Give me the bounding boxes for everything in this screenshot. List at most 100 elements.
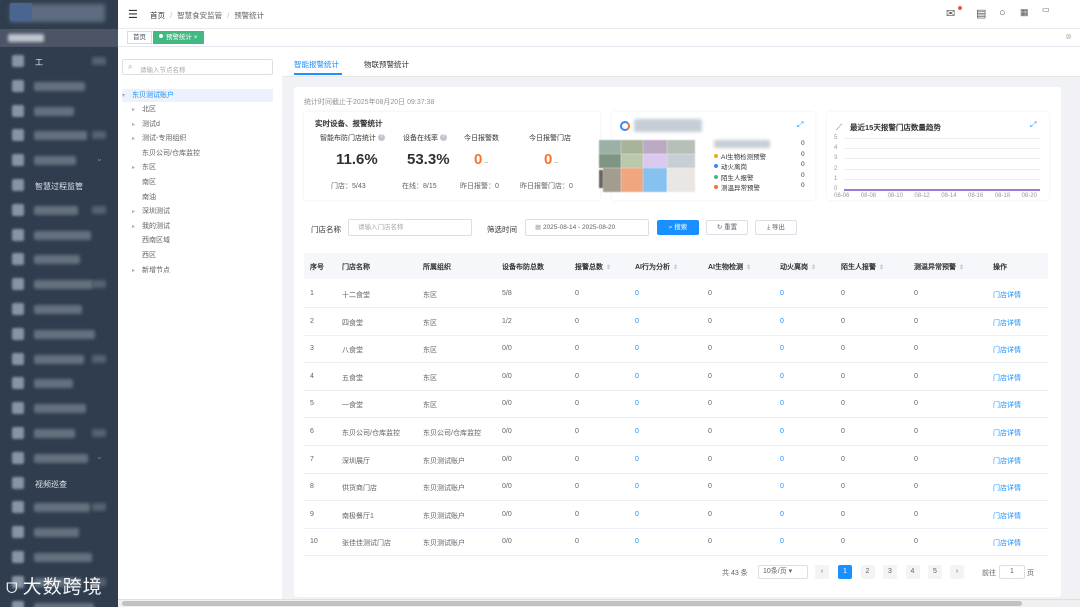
horizontal-scrollbar[interactable] <box>118 599 1080 607</box>
tree-node[interactable]: 西区 <box>122 249 273 262</box>
tree-expand-icon[interactable]: ▸ <box>132 104 142 117</box>
sidebar-item[interactable] <box>0 545 118 569</box>
table-cell[interactable]: 0 <box>780 400 784 407</box>
breadcrumb-section[interactable]: 智慧食安监管 <box>177 11 222 20</box>
scrollbar-thumb[interactable] <box>122 601 1022 606</box>
menu-toggle-icon[interactable]: ☰ <box>128 8 138 21</box>
close-all-tags-icon[interactable]: ⊗ <box>1065 32 1072 41</box>
sidebar-item[interactable] <box>0 297 118 321</box>
date-range-picker[interactable]: ▦ 2025-08-14 - 2025-08-20 <box>525 219 649 236</box>
table-cell[interactable]: 0 <box>635 290 639 297</box>
page-button[interactable]: 5 <box>928 565 942 579</box>
page-button[interactable]: 4 <box>905 565 920 579</box>
sort-icon[interactable]: ⇕ <box>811 265 816 271</box>
tree-expand-icon[interactable]: ▸ <box>132 206 142 219</box>
sidebar-item[interactable]: ⌄ <box>0 148 118 172</box>
table-cell[interactable]: 0 <box>780 290 784 297</box>
store-detail-link[interactable]: 门店详情 <box>993 345 1021 355</box>
tree-node[interactable]: ▸ 测试-专用组织 <box>122 132 273 145</box>
table-cell[interactable]: 0 <box>635 400 639 407</box>
tree-node[interactable]: ▸ 东区 <box>122 161 273 174</box>
store-detail-link[interactable]: 门店详情 <box>993 290 1021 300</box>
sidebar-item[interactable]: 工 <box>0 49 118 73</box>
store-detail-link[interactable]: 门店详情 <box>993 538 1021 548</box>
table-cell[interactable]: 0 <box>635 511 639 518</box>
table-cell[interactable]: 0 <box>780 428 784 435</box>
expand-icon[interactable]: ⤢ <box>1030 120 1036 130</box>
store-detail-link[interactable]: 门店详情 <box>993 428 1021 438</box>
reset-button[interactable]: ↻ 重置 <box>706 220 748 235</box>
store-name-input[interactable]: 请输入门店名称 <box>348 219 472 236</box>
sidebar-item[interactable] <box>0 198 118 222</box>
next-page-button[interactable]: › <box>950 565 964 579</box>
breadcrumb-home[interactable]: 首页 <box>150 11 165 20</box>
table-cell[interactable]: 0 <box>780 345 784 352</box>
goto-page-input[interactable]: 1 <box>999 565 1025 579</box>
expand-icon[interactable]: ⤢ <box>797 120 803 130</box>
sort-icon[interactable]: ⇕ <box>673 265 678 271</box>
tree-node[interactable]: 南油 <box>122 191 273 204</box>
table-header-cell[interactable]: AI行为分析 ⇕ <box>635 262 678 272</box>
sort-icon[interactable]: ⇕ <box>879 265 884 271</box>
tab-smart-alarm[interactable]: 智能报警统计 <box>294 59 339 70</box>
tag-home[interactable]: 首页 <box>127 31 152 44</box>
tree-node-root[interactable]: ▾ 东贝测试账户 <box>122 89 273 102</box>
avatar[interactable]: ▭ <box>1042 5 1050 14</box>
page-button[interactable]: 3 <box>883 565 897 579</box>
table-cell[interactable]: 0 <box>780 483 784 490</box>
table-cell[interactable]: 0 <box>635 428 639 435</box>
tree-node[interactable]: ▸ 北区 <box>122 103 273 116</box>
tab-iot-alarm[interactable]: 物联预警统计 <box>364 59 409 70</box>
table-header-cell[interactable]: 测温异常预警 ⇕ <box>914 262 964 272</box>
search-button[interactable]: ⌕ 搜索 <box>657 220 699 235</box>
table-header-cell[interactable]: 报警总数 ⇕ <box>575 262 611 272</box>
table-cell[interactable]: 0 <box>780 511 784 518</box>
store-detail-link[interactable]: 门店详情 <box>993 373 1021 383</box>
store-detail-link[interactable]: 门店详情 <box>993 318 1021 328</box>
table-cell[interactable]: 0 <box>780 456 784 463</box>
table-cell[interactable]: 0 <box>635 456 639 463</box>
table-header-cell[interactable]: 动火离岗 ⇕ <box>780 262 816 272</box>
tree-expand-icon[interactable]: ▸ <box>132 133 142 146</box>
sidebar-item[interactable] <box>0 421 118 445</box>
sidebar-item[interactable]: 视频巡查 <box>0 471 118 495</box>
sort-icon[interactable]: ⇕ <box>606 265 611 271</box>
sidebar-item[interactable] <box>0 371 118 395</box>
sidebar-item[interactable] <box>0 247 118 271</box>
sidebar-active-item[interactable] <box>0 29 118 47</box>
sidebar-item[interactable] <box>0 347 118 371</box>
sort-icon[interactable]: ⇕ <box>746 265 751 271</box>
sidebar-item[interactable] <box>0 520 118 544</box>
tree-expand-icon[interactable]: ▸ <box>132 221 142 234</box>
table-header-cell[interactable]: AI生物检测 ⇕ <box>708 262 751 272</box>
sidebar-item[interactable]: 智慧过程监管 <box>0 173 118 197</box>
tag-active[interactable]: 预警统计 × <box>153 31 204 44</box>
sidebar-item[interactable] <box>0 223 118 247</box>
table-cell[interactable]: 0 <box>635 318 639 325</box>
qrcode-icon[interactable]: ▦ <box>1020 7 1029 18</box>
sort-icon[interactable]: ⇕ <box>959 265 964 271</box>
tree-expand-icon[interactable]: ▸ <box>132 162 142 175</box>
sidebar-item[interactable] <box>0 99 118 123</box>
page-size-select[interactable]: 10条/页 ▾ <box>758 565 808 579</box>
prev-page-button[interactable]: ‹ <box>815 565 829 579</box>
sidebar-item[interactable]: ⌄ <box>0 446 118 470</box>
table-cell[interactable]: 0 <box>635 373 639 380</box>
help-icon[interactable]: ? <box>440 134 447 141</box>
mail-icon[interactable]: ✉ <box>946 7 955 20</box>
sidebar-item[interactable] <box>0 123 118 147</box>
sidebar-item[interactable] <box>0 74 118 98</box>
table-cell[interactable]: 0 <box>635 345 639 352</box>
tree-node[interactable]: 东贝公司/仓库监控 <box>122 147 273 160</box>
table-cell[interactable]: 0 <box>780 318 784 325</box>
export-button[interactable]: ⤓ 导出 <box>755 220 797 235</box>
store-detail-link[interactable]: 门店详情 <box>993 511 1021 521</box>
tree-expand-icon[interactable]: ▸ <box>132 119 142 132</box>
sidebar-item[interactable] <box>0 322 118 346</box>
tree-search-input[interactable]: ⌕ 请输入节点名称 <box>122 59 273 75</box>
store-detail-link[interactable]: 门店详情 <box>993 483 1021 493</box>
sidebar-item[interactable] <box>0 272 118 296</box>
document-icon[interactable]: ▤ <box>976 7 986 20</box>
sidebar-item[interactable] <box>0 396 118 420</box>
tree-node[interactable]: ▸ 新增节点 <box>122 264 273 277</box>
